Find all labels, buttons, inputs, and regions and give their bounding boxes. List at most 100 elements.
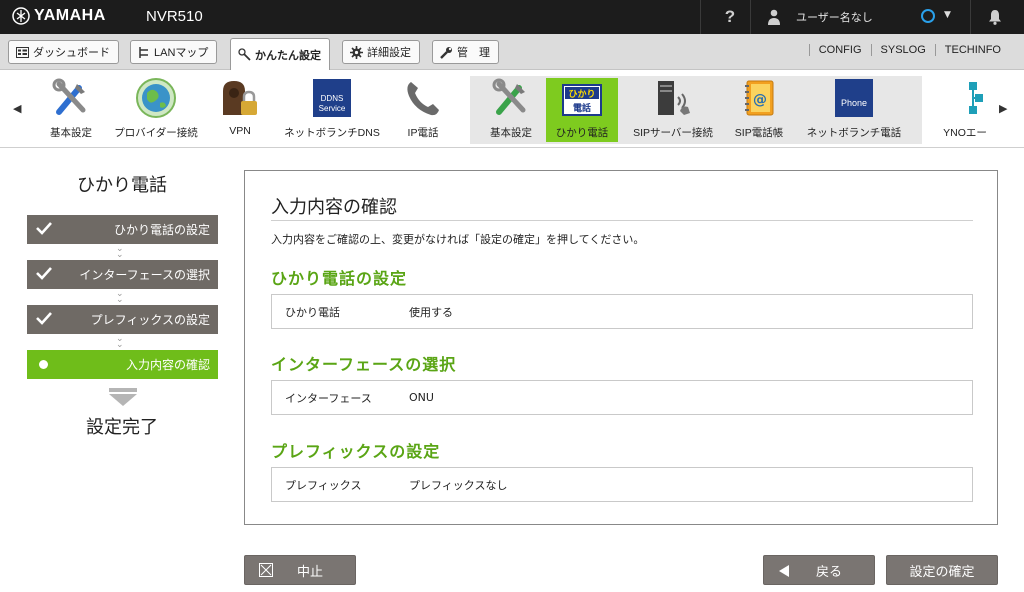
- summary-key: プレフィックス: [285, 478, 362, 492]
- icon-ip-phone[interactable]: IP電話: [398, 76, 448, 144]
- divider: [750, 0, 751, 34]
- wizard-final-step: 設定完了: [86, 417, 158, 438]
- tab-label: 管 理: [457, 47, 490, 59]
- section-title-prefix: プレフィックスの設定: [271, 442, 441, 461]
- ddns-service-icon: DDNS Service: [309, 76, 355, 120]
- check-icon: [36, 222, 52, 235]
- top-links: CONFIG SYSLOG TECHINFO: [808, 44, 1010, 56]
- wizard-step-prefix-settings: プレフィックスの設定: [27, 305, 218, 334]
- main-tab-row: ダッシュボード LANマップ かんたん設定 詳細設定 管 理 CONFIG SY…: [0, 34, 1024, 70]
- tools-icon: [488, 76, 534, 120]
- sip-server-icon: [650, 76, 696, 120]
- icon-provider-connection[interactable]: プロバイダー接続: [110, 76, 202, 144]
- scroll-right-icon[interactable]: ▶: [999, 102, 1007, 115]
- tab-dashboard[interactable]: ダッシュボード: [8, 40, 119, 64]
- cancel-box-icon: [259, 563, 273, 577]
- chevron-down-icon: ⌄ ⌄: [116, 244, 124, 260]
- top-bar: YAMAHA NVR510 ? ユーザー名なし ▼: [0, 0, 1024, 34]
- wizard-title: ひかり電話: [77, 175, 167, 196]
- yno-network-icon: [942, 76, 988, 120]
- arrow-down-icon: [109, 388, 137, 406]
- chevron-down-icon: ⌄ ⌄: [116, 289, 124, 305]
- dashboard-icon: [16, 46, 29, 58]
- step-label: インターフェースの選択: [79, 268, 210, 282]
- divider: [970, 0, 971, 34]
- status-icon[interactable]: [921, 9, 935, 23]
- svg-text:DDNS: DDNS: [321, 94, 344, 103]
- tools-icon: [48, 76, 94, 120]
- icon-label: VPN: [229, 125, 251, 137]
- icon-label: YNOエー: [943, 127, 987, 139]
- cancel-button-label: 中止: [296, 564, 323, 580]
- lan-map-icon: [139, 46, 148, 58]
- section-title-hikari: ひかり電話の設定: [271, 269, 408, 288]
- summary-value: 使用する: [409, 305, 453, 319]
- svg-text:Service: Service: [319, 104, 346, 113]
- back-button[interactable]: 戻る: [763, 555, 875, 585]
- summary-row-prefix: プレフィックス プレフィックスなし: [271, 467, 973, 502]
- svg-text:ひかり: ひかり: [568, 89, 595, 100]
- icon-label: ひかり電話: [555, 127, 609, 139]
- techinfo-link[interactable]: TECHINFO: [934, 44, 1010, 56]
- icon-hikari-phone[interactable]: ひかり 電話 ひかり電話: [546, 78, 618, 142]
- user-menu[interactable]: ユーザー名なし: [758, 0, 873, 34]
- confirm-button-label: 設定の確定: [909, 564, 975, 580]
- icon-sip-phonebook[interactable]: @ SIP電話帳: [728, 76, 790, 144]
- syslog-link[interactable]: SYSLOG: [870, 44, 935, 56]
- scroll-left-icon[interactable]: ◀: [13, 102, 21, 115]
- caret-down-icon[interactable]: ▼: [944, 10, 951, 20]
- icon-yno-agent[interactable]: YNOエー: [936, 76, 994, 144]
- wizard-step-confirm-input: 入力内容の確認: [27, 350, 218, 379]
- tab-lan-map[interactable]: LANマップ: [130, 40, 218, 64]
- section-title-interface: インターフェースの選択: [271, 355, 457, 374]
- summary-row-interface: インターフェース ONU: [271, 380, 973, 415]
- tab-label: ダッシュボード: [33, 47, 110, 59]
- icon-label: IP電話: [407, 127, 439, 139]
- svg-text:@: @: [753, 92, 767, 108]
- summary-key: インターフェース: [285, 391, 372, 405]
- icon-vpn[interactable]: VPN: [214, 76, 266, 144]
- check-icon: [36, 267, 52, 280]
- divider: [700, 0, 701, 34]
- page-title: 入力内容の確認: [271, 197, 397, 218]
- step-label: ひかり電話の設定: [113, 223, 210, 237]
- icon-netvolante-dns[interactable]: DDNS Service ネットボランチDNS: [280, 76, 384, 144]
- yamaha-logo: YAMAHA: [12, 7, 106, 25]
- icon-sip-server-connection[interactable]: SIPサーバー接続: [626, 76, 720, 144]
- cancel-button[interactable]: 中止: [244, 555, 356, 585]
- gear-icon: [350, 45, 363, 59]
- chevron-down-icon: ⌄ ⌄: [116, 334, 124, 350]
- yamaha-tuning-fork-icon: [12, 7, 30, 25]
- icon-netvolante-phone[interactable]: Phone ネットボランチ電話: [800, 76, 908, 144]
- tab-advanced-settings[interactable]: 詳細設定: [342, 40, 420, 64]
- netvolante-phone-icon: Phone: [831, 76, 877, 120]
- summary-row-hikari: ひかり電話 使用する: [271, 294, 973, 329]
- page-description: 入力内容をご確認の上、変更がなければ「設定の確定」を押してください。: [271, 233, 645, 246]
- help-button[interactable]: ?: [712, 0, 748, 34]
- arrow-left-icon: [779, 565, 789, 577]
- tab-easy-setup[interactable]: かんたん設定: [230, 38, 330, 70]
- icon-label: SIPサーバー接続: [633, 127, 713, 139]
- user-icon: [768, 9, 780, 25]
- wizard-step-interface-select: インターフェースの選択: [27, 260, 218, 289]
- config-link[interactable]: CONFIG: [808, 44, 871, 56]
- wrench-icon: [440, 46, 452, 59]
- device-model: NVR510: [146, 8, 203, 25]
- confirm-settings-button[interactable]: 設定の確定: [886, 555, 998, 585]
- phone-icon: [400, 76, 446, 120]
- summary-value: ONU: [409, 391, 434, 404]
- confirm-panel: 入力内容の確認 入力内容をご確認の上、変更がなければ「設定の確定」を押してくださ…: [244, 170, 998, 525]
- tab-label: かんたん設定: [255, 49, 321, 62]
- current-step-dot-icon: [39, 360, 48, 369]
- summary-key: ひかり電話: [285, 305, 340, 319]
- svg-text:Phone: Phone: [841, 98, 867, 108]
- bell-icon[interactable]: [984, 6, 1006, 28]
- back-button-label: 戻る: [815, 564, 842, 580]
- summary-value: プレフィックスなし: [409, 478, 508, 492]
- user-name: ユーザー名なし: [796, 11, 873, 24]
- feature-icon-strip: ◀ ▶ 基本設定 プロバイダー接続 VPN DDNS Service ネットボラ…: [0, 70, 1024, 148]
- wand-icon: [238, 48, 251, 61]
- icon-phone-basic-settings[interactable]: 基本設定: [484, 76, 538, 144]
- icon-basic-settings[interactable]: 基本設定: [44, 76, 98, 144]
- tab-management[interactable]: 管 理: [432, 40, 499, 64]
